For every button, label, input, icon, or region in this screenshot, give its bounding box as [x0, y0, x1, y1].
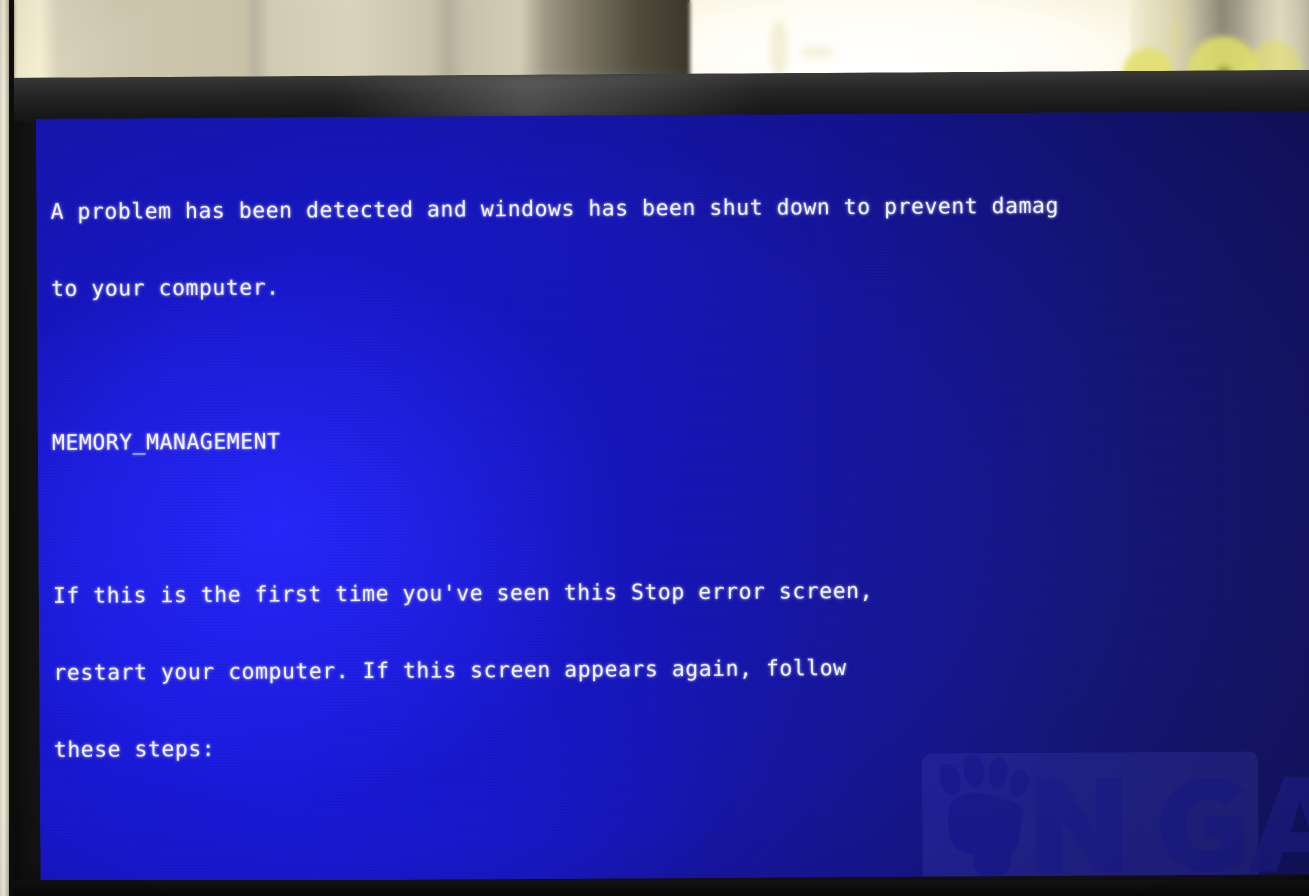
bsod-first-time-line-2: restart your computer. If this screen ap… [53, 655, 847, 686]
monitor-left-bezel [9, 0, 14, 896]
bsod-text: A problem has been detected and windows … [38, 141, 1309, 882]
monitor-bottom-bezel [0, 880, 1309, 896]
bsod-first-time-line-3: these steps: [53, 736, 216, 763]
photograph: BBS.NGA.CN A problem has been detected a… [0, 0, 1309, 896]
bsod-stop-name: MEMORY_MANAGEMENT [51, 429, 281, 456]
monitor-screen: BBS.NGA.CN A problem has been detected a… [36, 111, 1309, 882]
bsod-first-time-line-1: If this is the first time you've seen th… [52, 578, 874, 609]
bsod-intro-line-1: A problem has been detected and windows … [50, 193, 1059, 226]
bsod-intro-line-2: to your computer. [50, 275, 280, 302]
